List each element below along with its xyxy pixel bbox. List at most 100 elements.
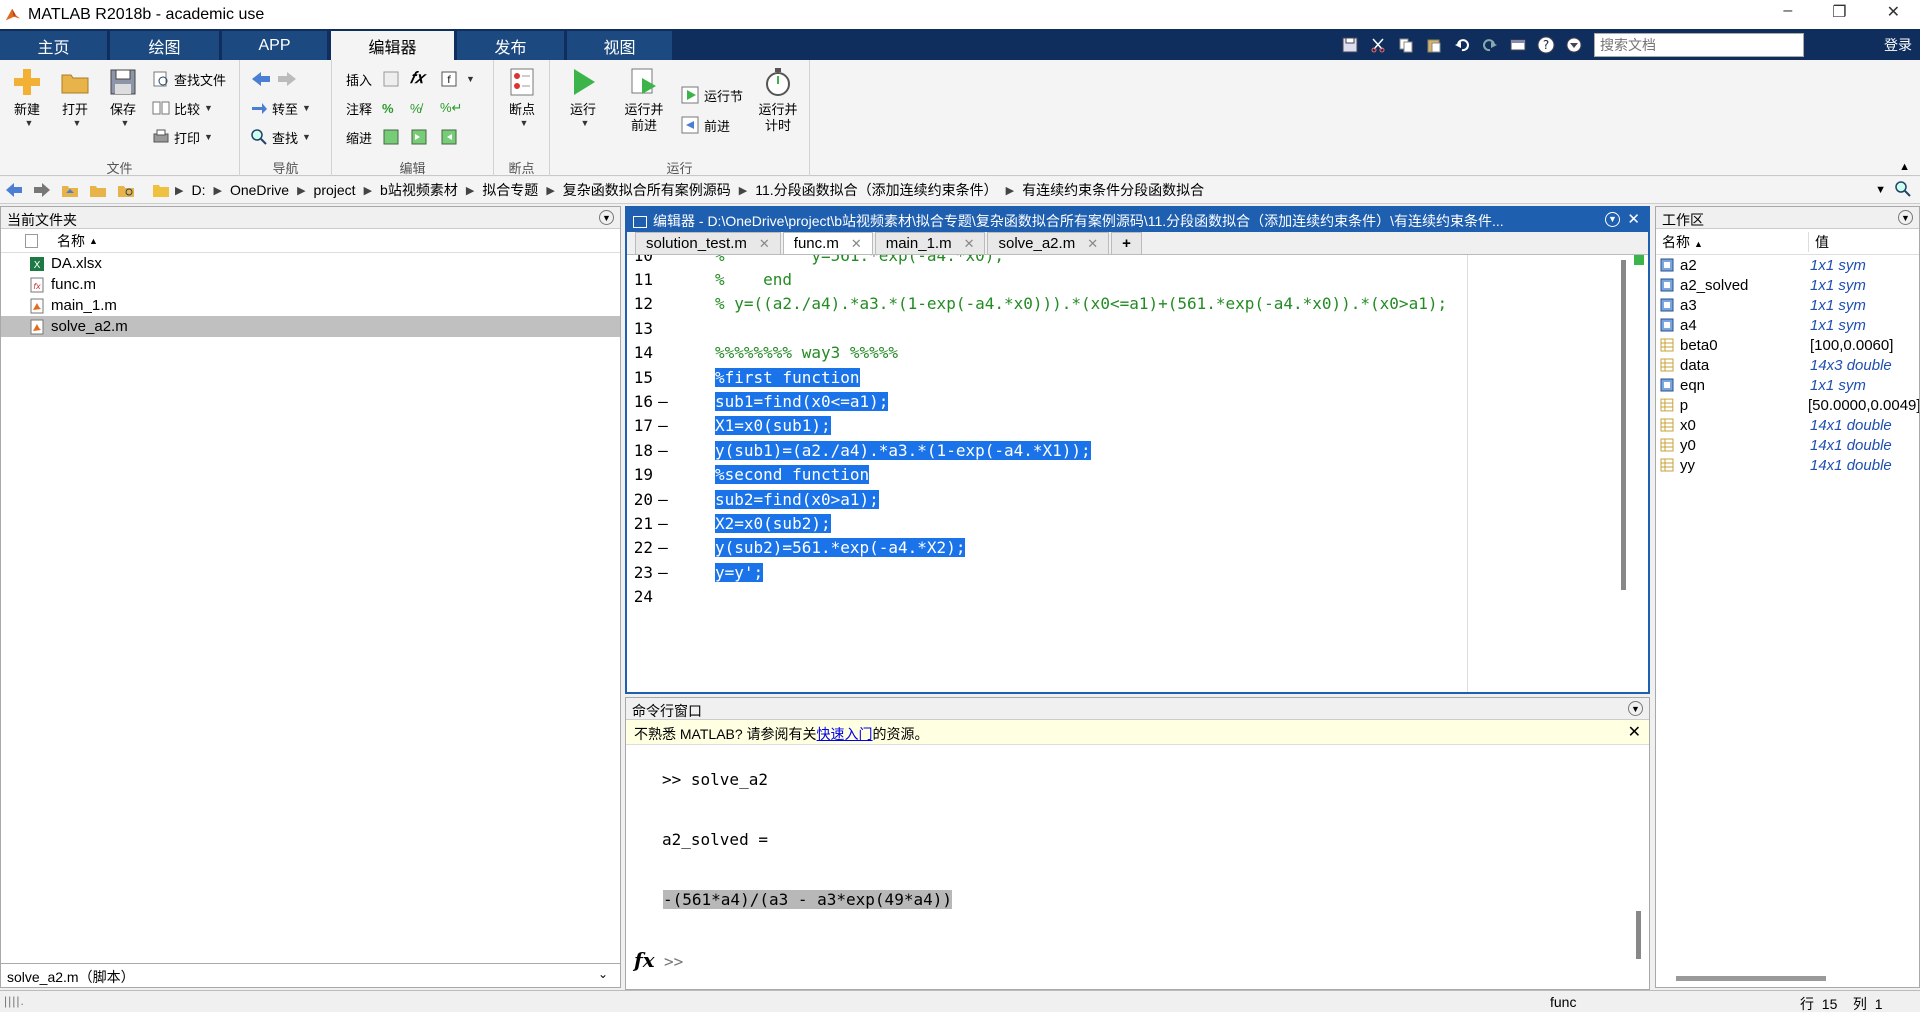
run-and-time-button[interactable]: 运行并 计时 [750, 66, 806, 134]
tab-plots[interactable]: 绘图 [110, 31, 220, 60]
add-tab-button[interactable]: + [1111, 232, 1142, 254]
switch-windows-icon[interactable] [1507, 34, 1529, 56]
wrap-comment-icon[interactable]: %↵ [440, 97, 462, 119]
increase-indent-icon[interactable] [410, 126, 432, 148]
breakpoint-marker[interactable]: — [653, 490, 673, 509]
indent-button[interactable]: 缩进 [346, 126, 372, 148]
breakpoint-marker[interactable]: — [653, 392, 673, 411]
search-docs-input[interactable] [1594, 32, 1804, 57]
breadcrumb-0[interactable]: D: [191, 182, 205, 198]
code-line[interactable]: 19 %second function [627, 463, 1648, 487]
panel-menu-icon[interactable]: ▼ [1628, 701, 1643, 716]
restore-button[interactable]: ❐ [1832, 2, 1846, 22]
find-button[interactable]: 查找 ▼ [250, 126, 311, 148]
workspace-row[interactable]: a2_solved 1x1 sym [1656, 275, 1919, 295]
workspace-row[interactable]: data 14x3 double [1656, 355, 1919, 375]
editor-scrollbar[interactable] [1621, 260, 1626, 590]
close-tab-icon[interactable]: ✕ [759, 236, 770, 252]
print-button[interactable]: 打印 ▼ [152, 126, 213, 148]
editor-tab-solution-test[interactable]: solution_test.m ✕ [635, 232, 781, 254]
run-section-button[interactable]: 运行节 [680, 84, 743, 106]
code-line[interactable]: 15 %first function [627, 365, 1648, 389]
open-button[interactable]: 打开 ▼ [52, 66, 98, 128]
back-icon[interactable] [3, 179, 25, 201]
cut-icon[interactable] [1367, 34, 1389, 56]
file-row[interactable]: main_1.m [1, 295, 620, 316]
file-details-bar[interactable]: solve_a2.m（脚本） ⌄ [1, 963, 620, 987]
workspace-row[interactable]: y0 14x1 double [1656, 435, 1919, 455]
code-line[interactable]: 24 [627, 585, 1648, 609]
close-tab-icon[interactable]: ✕ [851, 236, 862, 252]
breadcrumb-2[interactable]: project [314, 182, 356, 198]
workspace-row[interactable]: a4 1x1 sym [1656, 315, 1919, 335]
compare-button[interactable]: 比较 ▼ [152, 97, 213, 119]
search-folder-icon[interactable] [1894, 180, 1912, 201]
run-button[interactable]: 运行 ▼ [560, 66, 606, 128]
save-button[interactable]: 保存 ▼ [100, 66, 146, 128]
login-link[interactable]: 登录 [1884, 35, 1912, 55]
code-line[interactable]: 20— sub2=find(x0>a1); [627, 487, 1648, 511]
workspace-row[interactable]: p [50.0000,0.0049] [1656, 395, 1919, 415]
file-row[interactable]: fx func.m [1, 274, 620, 295]
code-line[interactable]: 23— y=y'; [627, 560, 1648, 584]
panel-menu-icon[interactable]: ▼ [599, 210, 614, 225]
file-row[interactable]: X DA.xlsx [1, 253, 620, 274]
workspace-row[interactable]: a2 1x1 sym [1656, 255, 1919, 275]
copy-icon[interactable] [1395, 34, 1417, 56]
code-area[interactable]: 10 % y=561.*exp(-a4.*x0); 11 % end 12 % y=((a… [627, 255, 1648, 692]
save-icon[interactable] [1339, 34, 1361, 56]
command-scrollbar[interactable] [1636, 911, 1641, 959]
help-icon[interactable]: ? [1535, 34, 1557, 56]
code-line[interactable]: 18— y(sub1)=(a2./a4).*a3.*(1-exp(-a4.*X1)… [627, 438, 1648, 462]
new-button[interactable]: 新建 ▼ [4, 66, 50, 128]
run-advance-button[interactable]: 运行并 前进 [614, 66, 674, 134]
code-line[interactable]: 14 %%%%%%%% way3 %%%%% [627, 341, 1648, 365]
code-line[interactable]: 12 % y=((a2./a4).*a3.*(1-exp(-a4.*x0))).*… [627, 292, 1648, 316]
find-files-button[interactable]: 查找文件 [152, 68, 226, 90]
nav-back-button[interactable] [250, 68, 302, 90]
fx-insert-icon[interactable]: 𝑓𝑥 [410, 68, 424, 90]
tab-editor[interactable]: 编辑器 [331, 31, 455, 60]
smart-indent-icon[interactable] [382, 126, 404, 148]
dropdown-icon[interactable] [1563, 34, 1585, 56]
code-line[interactable]: 22— y(sub2)=561.*exp(-a4.*X2); [627, 536, 1648, 560]
uncomment-icon[interactable]: %̸ [410, 97, 422, 119]
tab-home[interactable]: 主页 [0, 31, 108, 60]
code-line[interactable]: 10 % y=561.*exp(-a4.*x0); [627, 255, 1648, 267]
comment-button[interactable]: 注释 [346, 97, 372, 119]
file-row-selected[interactable]: solve_a2.m [1, 316, 620, 337]
redo-icon[interactable] [1479, 34, 1501, 56]
workspace-row[interactable]: a3 1x1 sym [1656, 295, 1919, 315]
workspace-row[interactable]: eqn 1x1 sym [1656, 375, 1919, 395]
insert-button[interactable]: 插入 [346, 68, 372, 90]
editor-tab-main-1[interactable]: main_1.m ✕ [874, 232, 986, 254]
command-output[interactable]: >> solve_a2 a2_solved = -(561*a4)/(a3 - … [626, 746, 1649, 989]
breadcrumb-3[interactable]: b站视频素材 [380, 180, 458, 200]
column-header-name[interactable]: 名称 ▲ [1656, 232, 1808, 252]
code-analyzer-indicator[interactable] [1634, 255, 1644, 265]
editor-tab-solve-a2[interactable]: solve_a2.m ✕ [987, 232, 1110, 254]
code-line[interactable]: 11 % end [627, 267, 1648, 291]
close-button[interactable]: ✕ [1887, 2, 1900, 22]
advance-button[interactable]: 前进 [680, 114, 730, 136]
code-line[interactable]: 13 [627, 316, 1648, 340]
collapse-ribbon-icon[interactable]: ▲ [1899, 161, 1910, 173]
address-dropdown-icon[interactable]: ▼ [1875, 184, 1886, 196]
workspace-row[interactable]: yy 14x1 double [1656, 455, 1919, 475]
breadcrumb-6[interactable]: 11.分段函数拟合（添加连续约束条件） [755, 180, 997, 200]
breakpoint-marker[interactable]: — [653, 563, 673, 582]
goto-button[interactable]: 转至 ▼ [250, 97, 311, 119]
tab-view[interactable]: 视图 [567, 31, 673, 60]
insert-section-icon[interactable] [382, 68, 404, 90]
comment-percent-icon[interactable]: % [382, 97, 394, 119]
close-tab-icon[interactable]: ✕ [964, 236, 975, 252]
breakpoint-marker[interactable]: — [653, 416, 673, 435]
panel-menu-icon[interactable]: ▼ [1898, 210, 1913, 225]
forward-icon[interactable] [31, 179, 53, 201]
column-header-name[interactable]: 名称 ▲ [1, 229, 620, 253]
undo-icon[interactable] [1451, 34, 1473, 56]
breadcrumb-4[interactable]: 拟合专题 [482, 180, 538, 200]
breakpoint-marker[interactable]: — [653, 514, 673, 533]
up-folder-icon[interactable] [59, 179, 81, 201]
tab-publish[interactable]: 发布 [457, 31, 565, 60]
